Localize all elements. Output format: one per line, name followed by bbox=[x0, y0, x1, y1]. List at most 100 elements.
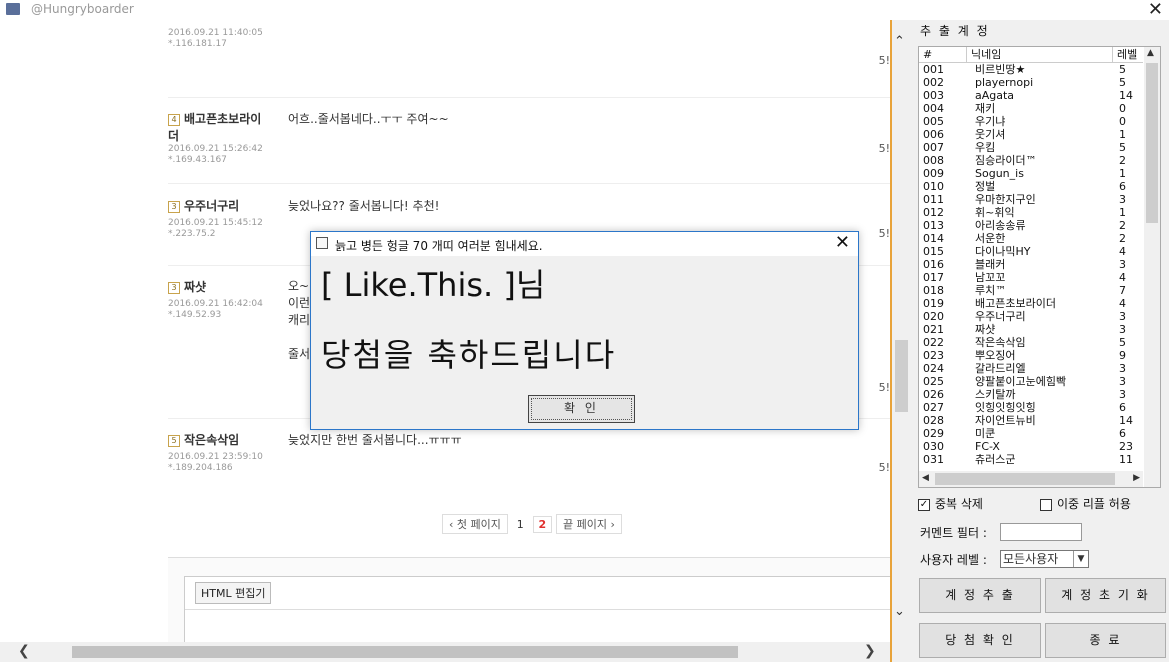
scrollbar-thumb[interactable] bbox=[1146, 63, 1158, 223]
ok-button[interactable]: 확 인 bbox=[528, 395, 635, 423]
account-row[interactable]: 027 잇힝잇힝잇힝 6 bbox=[919, 401, 1143, 414]
col-level[interactable]: 레벨 bbox=[1113, 47, 1143, 62]
comment-author-cont: 더 bbox=[168, 129, 180, 143]
exit-button[interactable]: 종 료 bbox=[1045, 623, 1166, 658]
account-row[interactable]: 015 다이나믹HY 4 bbox=[919, 245, 1143, 258]
account-row[interactable]: 004 재키 0 bbox=[919, 102, 1143, 115]
account-nickname: 배고픈초보라이더 bbox=[975, 297, 1056, 310]
account-row[interactable]: 029 미쿤 6 bbox=[919, 427, 1143, 440]
account-number: 021 bbox=[923, 323, 944, 336]
account-nickname: playernopi bbox=[975, 76, 1034, 89]
comment-author[interactable]: 배고픈초보라이 bbox=[184, 112, 261, 126]
account-row[interactable]: 006 웃기셔 1 bbox=[919, 128, 1143, 141]
account-row[interactable]: 005 우기냐 0 bbox=[919, 115, 1143, 128]
col-number[interactable]: # bbox=[919, 47, 967, 62]
account-row[interactable]: 010 정벌 6 bbox=[919, 180, 1143, 193]
editor-box[interactable]: HTML 편집기 bbox=[184, 576, 890, 642]
account-nickname: Sogun_is bbox=[975, 167, 1024, 180]
account-row[interactable]: 031 츄러스군 11 bbox=[919, 453, 1143, 466]
account-nickname: 재키 bbox=[975, 102, 996, 115]
scrollbar-thumb[interactable] bbox=[72, 646, 738, 658]
horizontal-scrollbar[interactable]: ❮ ❯ bbox=[0, 642, 890, 662]
account-row[interactable]: 009 Sogun_is 1 bbox=[919, 167, 1143, 180]
dup-delete-checkbox[interactable]: ✓ 중복 삭제 bbox=[918, 495, 983, 512]
close-icon[interactable]: ✕ bbox=[1148, 0, 1163, 20]
dup-delete-label: 중복 삭제 bbox=[935, 497, 983, 511]
account-nickname: 스키탈까 bbox=[975, 388, 1016, 401]
close-icon[interactable]: ✕ bbox=[835, 232, 850, 253]
account-level: 3 bbox=[1119, 310, 1126, 323]
scroll-up-icon[interactable]: ⌃ bbox=[894, 34, 905, 49]
account-row[interactable]: 011 우마한지구인 3 bbox=[919, 193, 1143, 206]
account-nickname: 양팔붙이고눈에힘빡 bbox=[975, 375, 1067, 388]
scroll-up-icon[interactable]: ▲ bbox=[1147, 48, 1154, 58]
account-level: 23 bbox=[1119, 440, 1133, 453]
account-row[interactable]: 026 스키탈까 3 bbox=[919, 388, 1143, 401]
extract-accounts-button[interactable]: 계 정 추 출 bbox=[919, 578, 1041, 613]
comment-filter-input[interactable] bbox=[1000, 523, 1082, 541]
account-number: 027 bbox=[923, 401, 944, 414]
account-nickname: 정벌 bbox=[975, 180, 996, 193]
scroll-left-icon[interactable]: ❮ bbox=[18, 643, 30, 659]
account-row[interactable]: 003 aAgata 14 bbox=[919, 89, 1143, 102]
page-1-link[interactable]: 1 bbox=[512, 517, 529, 532]
checkbox-checked-icon[interactable]: ✓ bbox=[918, 498, 930, 511]
chevron-down-icon[interactable]: ▼ bbox=[1073, 551, 1088, 567]
account-row[interactable]: 007 우킴 5 bbox=[919, 141, 1143, 154]
comment-side-label: 5! bbox=[878, 461, 890, 474]
account-row[interactable]: 017 남꼬꼬 4 bbox=[919, 271, 1143, 284]
account-nickname: 서운한 bbox=[975, 232, 1006, 245]
account-row[interactable]: 008 짐승라이더™ 2 bbox=[919, 154, 1143, 167]
account-number: 012 bbox=[923, 206, 944, 219]
reset-accounts-button[interactable]: 계 정 초 기 화 bbox=[1045, 578, 1166, 613]
page-2-current[interactable]: 2 bbox=[532, 515, 553, 533]
account-row[interactable]: 021 짜샷 3 bbox=[919, 323, 1143, 336]
account-row[interactable]: 012 휘~휘익 1 bbox=[919, 206, 1143, 219]
account-row[interactable]: 030 FC-X 23 bbox=[919, 440, 1143, 453]
account-row[interactable]: 028 자이언트뉴비 14 bbox=[919, 414, 1143, 427]
account-nickname: FC-X bbox=[975, 440, 1000, 453]
col-nickname[interactable]: 닉네임 bbox=[967, 47, 1113, 62]
account-row[interactable]: 002 playernopi 5 bbox=[919, 76, 1143, 89]
account-row[interactable]: 022 작은속삭임 5 bbox=[919, 336, 1143, 349]
account-row[interactable]: 013 아리송송류 2 bbox=[919, 219, 1143, 232]
account-level: 3 bbox=[1119, 323, 1126, 336]
account-number: 011 bbox=[923, 193, 944, 206]
comment-date: 2016.09.21 15:26:42 bbox=[168, 144, 263, 154]
scrollbar-thumb[interactable] bbox=[895, 340, 908, 412]
account-nickname: 짐승라이더™ bbox=[975, 154, 1037, 167]
comment-author[interactable]: 작은속삭임 bbox=[184, 433, 239, 447]
scroll-right-icon[interactable]: ▶ bbox=[1133, 473, 1140, 483]
scroll-left-icon[interactable]: ◀ bbox=[922, 473, 929, 483]
checkbox-unchecked-icon[interactable] bbox=[1040, 498, 1052, 511]
account-row[interactable]: 020 우주너구리 3 bbox=[919, 310, 1143, 323]
scroll-right-icon[interactable]: ❯ bbox=[864, 643, 876, 659]
account-number: 020 bbox=[923, 310, 944, 323]
account-number: 026 bbox=[923, 388, 944, 401]
first-page-button[interactable]: ‹ 첫 페이지 bbox=[442, 514, 508, 534]
account-nickname: 갈라드리엘 bbox=[975, 362, 1026, 375]
account-row[interactable]: 019 배고픈초보라이더 4 bbox=[919, 297, 1143, 310]
panel-scrollbar[interactable]: ⌃ ⌄ bbox=[892, 20, 910, 626]
account-number: 003 bbox=[923, 89, 944, 102]
account-row[interactable]: 014 서운한 2 bbox=[919, 232, 1143, 245]
comment-author[interactable]: 우주너구리 bbox=[184, 199, 239, 213]
comment-author[interactable]: 짜샷 bbox=[184, 280, 206, 294]
account-row[interactable]: 018 루치™ 7 bbox=[919, 284, 1143, 297]
list-vertical-scrollbar[interactable]: ▲ bbox=[1144, 47, 1160, 471]
account-level: 3 bbox=[1119, 375, 1126, 388]
list-horizontal-scrollbar[interactable]: ◀ ▶ bbox=[919, 471, 1143, 487]
double-reply-checkbox[interactable]: 이중 리플 허용 bbox=[1040, 495, 1131, 512]
scroll-down-icon[interactable]: ⌄ bbox=[894, 604, 905, 619]
account-list[interactable]: # 닉네임 레벨 001 비르빈땅★ 5 002 playernopi 5 003 aAgat… bbox=[918, 46, 1161, 488]
check-winner-button[interactable]: 당 첨 확 인 bbox=[919, 623, 1041, 658]
account-row[interactable]: 016 블래커 3 bbox=[919, 258, 1143, 271]
last-page-button[interactable]: 끝 페이지 › bbox=[556, 514, 622, 534]
account-row[interactable]: 024 갈라드리엘 3 bbox=[919, 362, 1143, 375]
account-row[interactable]: 025 양팔붙이고눈에힘빡 3 bbox=[919, 375, 1143, 388]
scrollbar-thumb[interactable] bbox=[935, 473, 1115, 485]
user-level-select[interactable]: 모든사용자 ▼ bbox=[1000, 550, 1089, 568]
html-editor-button[interactable]: HTML 편집기 bbox=[195, 582, 272, 604]
account-row[interactable]: 023 뿌오징어 9 bbox=[919, 349, 1143, 362]
account-row[interactable]: 001 비르빈땅★ 5 bbox=[919, 63, 1143, 76]
